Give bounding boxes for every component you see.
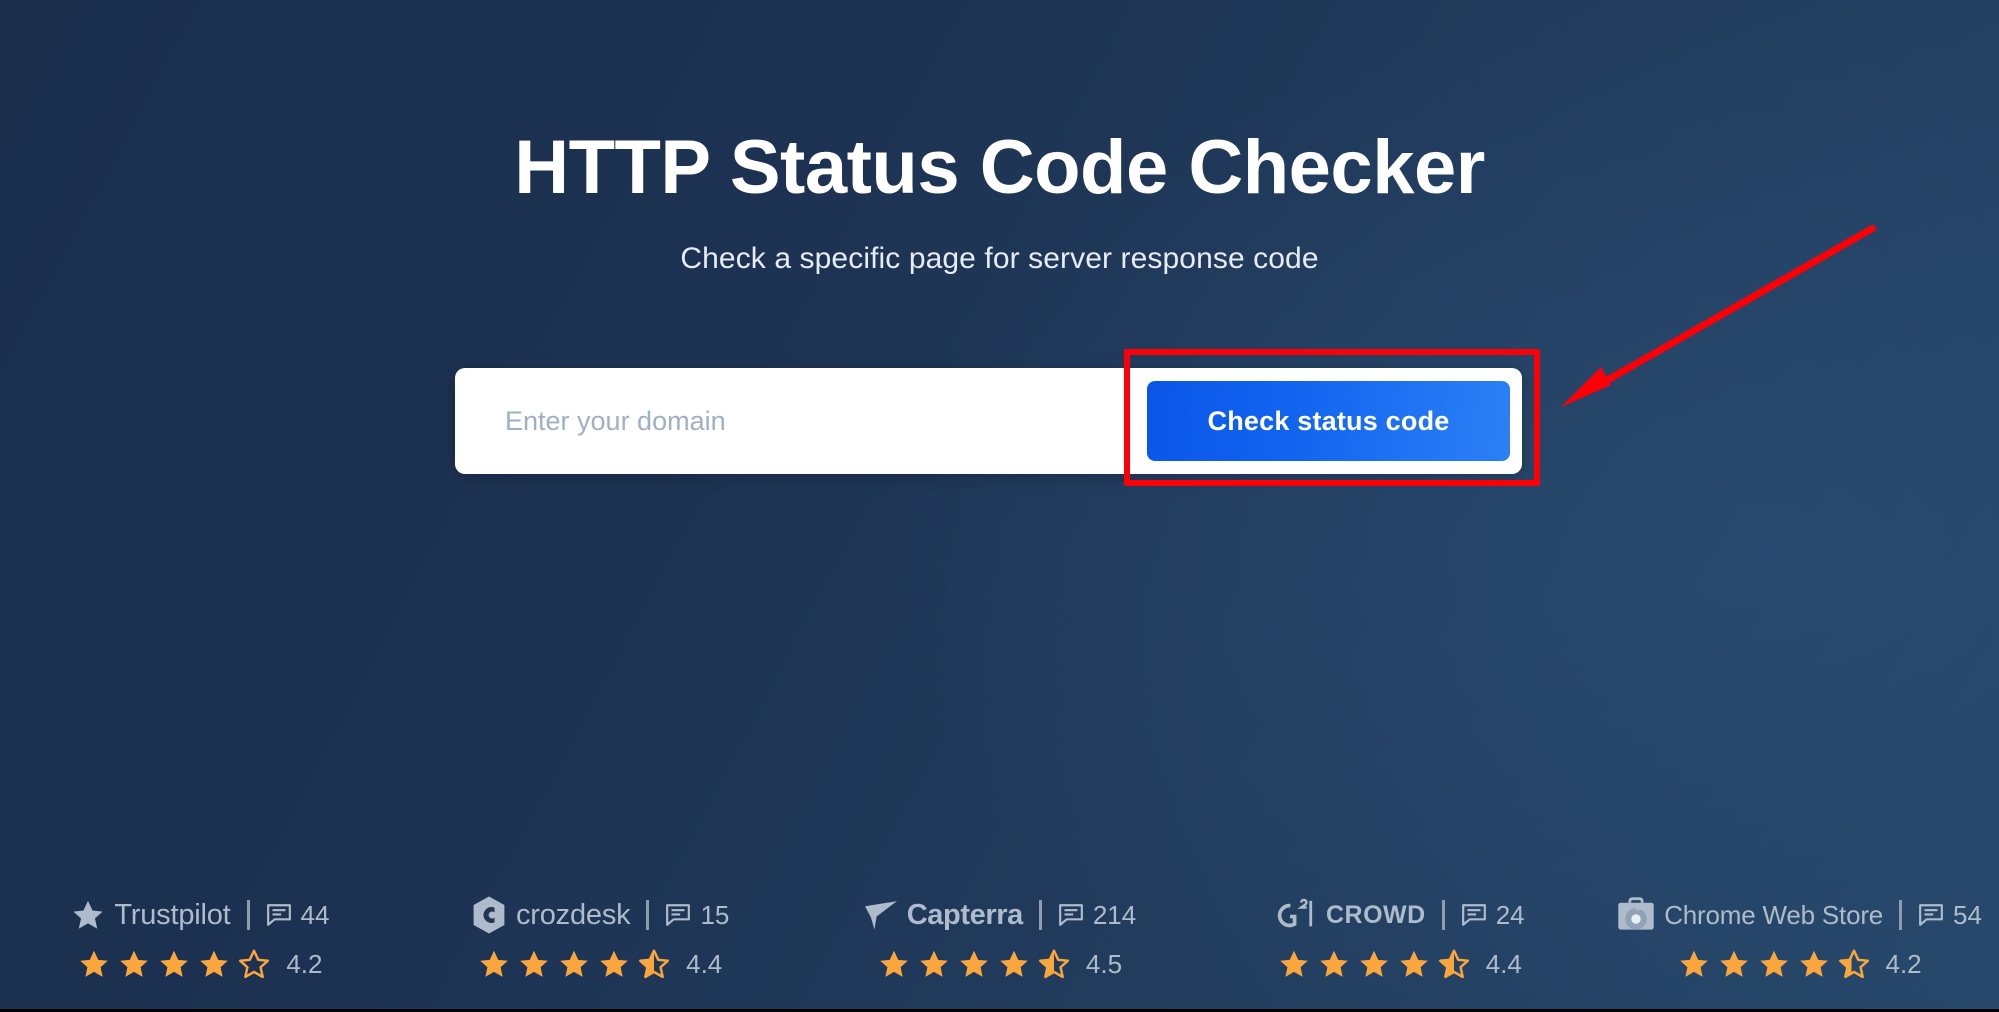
chrome-web-store-logo-icon [1616, 896, 1656, 934]
star-rating: 4.2 [77, 948, 322, 981]
review-count: 44 [266, 899, 330, 931]
review-badge-trustpilot: Trustpilot 44 4.2 [0, 896, 400, 981]
crozdesk-hexagon-logo-icon [470, 895, 508, 935]
star-full [997, 948, 1031, 981]
star-half [1837, 948, 1871, 981]
brand-name: Chrome Web Store [1664, 899, 1884, 930]
rating-value: 4.5 [1085, 949, 1123, 979]
star-full [197, 948, 231, 981]
brand-chrome-web-store: Chrome Web Store [1616, 896, 1883, 934]
rating-value: 4.4 [686, 949, 723, 979]
star-full [77, 948, 111, 981]
review-badges-strip: Trustpilot 44 4.2 crozdesk 15 4.4 Capter… [0, 896, 1999, 981]
divider [246, 900, 250, 930]
divider [1899, 900, 1903, 930]
star-half [1037, 948, 1071, 981]
comment-icon [665, 902, 691, 928]
brand-name: CROWD [1325, 900, 1426, 929]
star-rating: 4.5 [877, 948, 1122, 981]
comment-icon [1918, 902, 1944, 928]
check-status-code-button[interactable]: Check status code [1147, 381, 1510, 461]
star-full [1317, 948, 1351, 981]
review-count-value: 24 [1495, 899, 1525, 930]
comment-icon [1461, 902, 1487, 928]
divider [646, 900, 650, 930]
review-head: Capterra 214 [863, 896, 1136, 934]
star-full [1717, 948, 1751, 981]
trustpilot-star-logo-icon [70, 898, 106, 933]
capterra-arrow-logo-icon [863, 899, 899, 931]
star-full [1797, 948, 1831, 981]
star-full [1357, 948, 1391, 981]
star-rating: 4.2 [1677, 948, 1922, 981]
review-count: 214 [1058, 900, 1136, 931]
review-head: Chrome Web Store 54 [1616, 896, 1982, 934]
review-head: Trustpilot 44 [70, 896, 329, 934]
star-full [877, 948, 911, 981]
review-count: 54 [1918, 900, 1982, 931]
brand-crozdesk: crozdesk [470, 895, 631, 935]
comment-icon [1058, 902, 1084, 928]
star-full [517, 948, 551, 981]
review-head: crozdesk 15 [470, 896, 729, 934]
star-half [637, 948, 671, 981]
review-head: CROWD 24 [1274, 896, 1525, 934]
star-rating: 4.4 [477, 948, 722, 981]
star-full [557, 948, 591, 981]
rating-value: 4.2 [286, 949, 323, 979]
g2-crowd-logo-icon [1274, 898, 1318, 932]
star-rating: 4.4 [1277, 948, 1522, 981]
divider [1038, 900, 1042, 930]
star-full [1677, 948, 1711, 981]
page-title: HTTP Status Code Checker [514, 125, 1485, 210]
review-count-value: 54 [1953, 899, 1982, 930]
star-full [1277, 948, 1311, 981]
star-full [1397, 948, 1431, 981]
divider [1441, 900, 1445, 930]
star-half [1437, 948, 1471, 981]
brand-name: Capterra [906, 898, 1023, 931]
star-full [157, 948, 191, 981]
comment-icon [266, 902, 292, 928]
review-count-value: 15 [700, 899, 730, 930]
review-count-value: 214 [1092, 899, 1137, 930]
brand-name: crozdesk [516, 898, 631, 931]
brand-capterra: Capterra [863, 899, 1023, 932]
domain-input[interactable] [455, 368, 1147, 474]
rating-value: 4.4 [1485, 949, 1522, 979]
star-full [117, 948, 151, 981]
review-count: 24 [1461, 900, 1525, 931]
star-full [957, 948, 991, 981]
brand-g2crowd: CROWD [1274, 898, 1426, 932]
review-badge-capterra: Capterra 214 4.5 [800, 896, 1200, 981]
review-badge-chrome-web-store: Chrome Web Store 54 4.2 [1599, 896, 1999, 981]
http-status-code-checker-page: HTTP Status Code Checker Check a specifi… [0, 0, 1999, 1012]
page-subtitle: Check a specific page for server respons… [680, 241, 1319, 275]
review-badge-crozdesk: crozdesk 15 4.4 [400, 896, 800, 981]
rating-value: 4.2 [1885, 949, 1922, 979]
review-count-value: 44 [300, 899, 330, 930]
star-full [917, 948, 951, 981]
star-empty [237, 948, 271, 981]
star-full [597, 948, 631, 981]
star-full [1757, 948, 1791, 981]
star-full [477, 948, 511, 981]
brand-name: Trustpilot [114, 898, 231, 931]
review-count: 15 [665, 900, 729, 931]
review-badge-g2crowd: CROWD 24 4.4 [1199, 896, 1599, 981]
brand-trustpilot: Trustpilot [70, 898, 231, 933]
domain-search-bar: Check status code [455, 368, 1522, 474]
hero-section: HTTP Status Code Checker Check a specifi… [0, 0, 1999, 276]
